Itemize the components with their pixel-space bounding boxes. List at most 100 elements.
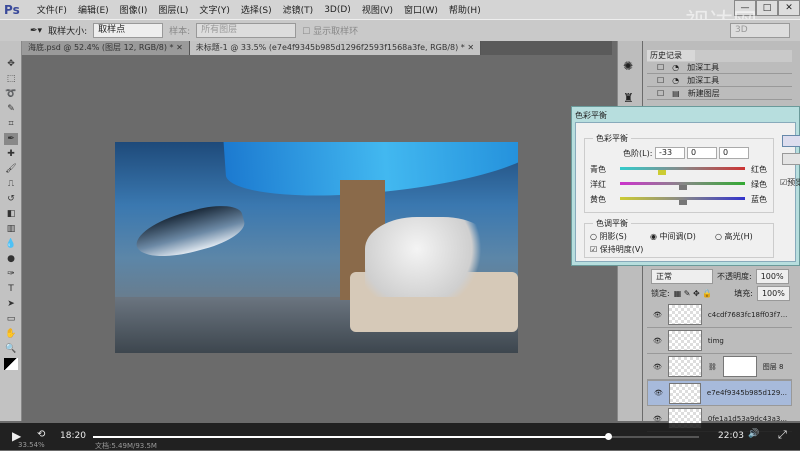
eye-icon[interactable]: 👁 — [653, 363, 662, 371]
menu-view[interactable]: 视图(V) — [362, 3, 393, 16]
lasso-tool-icon[interactable]: ➰ — [4, 88, 18, 100]
sample-label: 样本: — [169, 27, 191, 37]
history-brush-icon[interactable]: ↺ — [4, 193, 18, 205]
eye-icon[interactable]: 👁 — [654, 387, 663, 400]
level-cyan-red-input[interactable]: -33 — [655, 147, 685, 159]
ok-button[interactable] — [782, 135, 800, 147]
slider-thumb[interactable] — [678, 200, 687, 205]
shadows-radio[interactable]: ○ 阴影(S) — [590, 231, 627, 242]
radio-label: 高光(H) — [724, 232, 753, 241]
layer-name: e7e4f9345b985d129... — [706, 388, 787, 397]
shape-tool-icon[interactable]: ▭ — [4, 313, 18, 325]
new-layer-icon: ▤ — [672, 88, 680, 98]
layer-thumbnail — [668, 382, 701, 404]
document-canvas[interactable] — [115, 142, 518, 353]
layer-row[interactable]: 👁 c4cdf7683fc18ff03f7... — [647, 302, 792, 328]
color-swatches[interactable] — [4, 358, 18, 370]
blur-tool-icon[interactable]: 💧 — [4, 238, 18, 250]
lock-icons[interactable]: ▦ ✎ ✥ 🔒 — [674, 289, 713, 298]
zoom-tool-icon[interactable]: 🔍 — [4, 343, 18, 355]
magenta-green-slider[interactable] — [620, 182, 745, 190]
eyedropper-tool-icon[interactable]: ✒ — [4, 133, 18, 145]
radio-label: 中间调(D) — [659, 232, 696, 241]
cancel-button[interactable] — [782, 153, 800, 165]
menu-layer[interactable]: 图层(L) — [158, 3, 188, 16]
quick-select-icon[interactable]: ✎ — [4, 103, 18, 115]
slider-thumb[interactable] — [657, 170, 666, 175]
radio-label: 阴影(S) — [599, 232, 627, 241]
eraser-tool-icon[interactable]: ◧ — [4, 208, 18, 220]
history-tab[interactable]: 历史记录 — [647, 50, 695, 61]
slider-thumb[interactable] — [678, 185, 687, 190]
lock-label: 锁定: — [651, 289, 670, 298]
link-icon: ⛓ — [707, 362, 717, 371]
menu-help[interactable]: 帮助(H) — [449, 3, 481, 16]
eye-icon[interactable]: 👁 — [653, 337, 662, 345]
slider-left-label: 青色 — [590, 165, 606, 174]
maximize-icon[interactable]: □ — [756, 0, 778, 16]
preview-checkbox[interactable]: ☑预览 — [780, 177, 800, 188]
preserve-luminosity-checkbox[interactable]: ☑ 保持明度(V) — [590, 244, 643, 255]
volume-icon[interactable]: 🔊 — [748, 429, 759, 439]
eyedropper-icon[interactable]: ✒▾ — [30, 26, 42, 36]
sample-size-select[interactable]: 取样点 — [93, 23, 164, 38]
layer-row[interactable]: 👁 timg — [647, 328, 792, 354]
path-select-icon[interactable]: ➤ — [4, 298, 18, 310]
menu-file[interactable]: 文件(F) — [37, 3, 67, 16]
type-tool-icon[interactable]: T — [4, 283, 18, 295]
layer-name: 0fe1a1d53a9dc43a3... — [707, 414, 788, 423]
slider-left-label: 黄色 — [590, 195, 606, 204]
opacity-input[interactable]: 100% — [755, 269, 789, 284]
slider-left-label: 洋红 — [590, 180, 606, 189]
fill-input[interactable]: 100% — [756, 286, 790, 301]
dodge-icon: ◔ — [672, 75, 680, 85]
cyan-red-slider[interactable] — [620, 167, 745, 175]
hand-tool-icon[interactable]: ✋ — [4, 328, 18, 340]
menu-edit[interactable]: 编辑(E) — [78, 3, 109, 16]
eye-icon[interactable]: 👁 — [653, 311, 662, 319]
layer-row-selected[interactable]: 👁 e7e4f9345b985d129... — [647, 380, 792, 406]
crop-tool-icon[interactable]: ⌗ — [4, 118, 18, 130]
healing-tool-icon[interactable]: ✚ — [4, 148, 18, 160]
tab-document-2[interactable]: 未标题-1 @ 33.5% (e7e4f9345b985d1296f2593f1… — [189, 41, 482, 55]
tab-document-1[interactable]: 海底.psd @ 52.4% (图层 12, RGB/8) * ✕ — [22, 41, 190, 55]
history-item[interactable]: ☐ ▤ 新建图层 — [647, 87, 792, 100]
menu-image[interactable]: 图像(I) — [120, 3, 148, 16]
highlights-radio[interactable]: ○ 高光(H) — [715, 231, 753, 242]
rewind-10-icon[interactable]: ⟲ — [37, 429, 45, 440]
menu-3d[interactable]: 3D(D) — [324, 5, 351, 15]
family-image — [365, 217, 495, 297]
blend-mode-select[interactable]: 正常 — [651, 269, 713, 284]
level-magenta-green-input[interactable]: 0 — [687, 147, 717, 159]
midtones-radio[interactable]: ◉ 中间调(D) — [650, 231, 696, 242]
current-time: 18:20 — [60, 431, 86, 441]
move-tool-icon[interactable]: ✥ — [4, 58, 18, 70]
history-item-label: 加深工具 — [687, 75, 720, 85]
pen-tool-icon[interactable]: ✑ — [4, 268, 18, 280]
dodge-tool-icon[interactable]: ● — [4, 253, 18, 265]
stamp-tool-icon[interactable]: ⎍ — [4, 178, 18, 190]
workspace-select[interactable]: 3D — [730, 23, 790, 38]
history-item[interactable]: ☐ ◔ 加深工具 — [647, 61, 792, 74]
brush-tool-icon[interactable]: 🖌 — [4, 163, 18, 175]
sample-select[interactable]: 所有图层 — [196, 23, 297, 38]
eye-icon[interactable]: 👁 — [653, 415, 662, 423]
marquee-tool-icon[interactable]: ⬚ — [4, 73, 18, 85]
level-yellow-blue-input[interactable]: 0 — [719, 147, 749, 159]
history-panel-icon[interactable]: ✺ — [623, 59, 637, 73]
gradient-tool-icon[interactable]: ▥ — [4, 223, 18, 235]
total-time: 22:03 — [718, 431, 744, 441]
close-icon[interactable]: ✕ — [778, 0, 800, 16]
fullscreen-icon[interactable]: ⤢ — [778, 428, 787, 442]
menu-filter[interactable]: 滤镜(T) — [283, 3, 314, 16]
menu-window[interactable]: 窗口(W) — [404, 3, 438, 16]
menu-type[interactable]: 文字(Y) — [199, 3, 230, 16]
layer-row[interactable]: 👁 ⛓ 图层 8 — [647, 354, 792, 380]
history-item[interactable]: ☐ ◔ 加深工具 — [647, 74, 792, 87]
layer-thumbnail — [667, 304, 702, 325]
actions-panel-icon[interactable]: ♜ — [623, 91, 637, 105]
yellow-blue-slider[interactable] — [620, 197, 745, 205]
show-ring-checkbox[interactable]: ☐ 显示取样环 — [302, 24, 358, 37]
menu-select[interactable]: 选择(S) — [241, 3, 272, 16]
layer-mask-thumbnail — [722, 356, 757, 377]
